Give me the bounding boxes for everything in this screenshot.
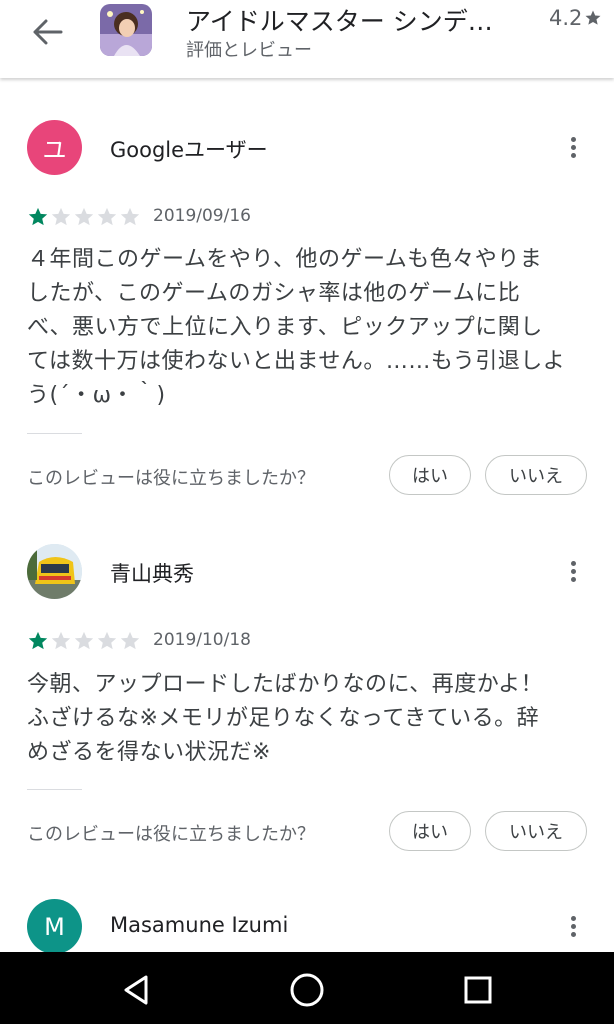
nav-home-icon[interactable] xyxy=(285,968,329,1012)
page-subtitle: 評価とレビュー xyxy=(186,40,312,61)
review-text-line: う(´・ω・｀) xyxy=(27,383,166,408)
rating-value: 4.2 xyxy=(549,6,583,30)
review-author: 青山典秀 xyxy=(110,562,194,586)
star-empty-icon xyxy=(120,631,140,650)
star-rating xyxy=(27,206,141,228)
system-nav-bar xyxy=(0,952,614,1024)
train-photo-icon xyxy=(27,544,82,599)
review-author: Masamune Izumi xyxy=(110,913,289,937)
star-filled-icon xyxy=(28,207,48,226)
review-text-line: めざるを得ない状況だ※ xyxy=(27,740,271,765)
avatar-letter: ユ xyxy=(42,136,67,164)
helpful-question: このレビューは役に立ちましたか？ xyxy=(27,824,315,845)
nav-recents-icon[interactable] xyxy=(456,968,500,1012)
helpful-yes-button[interactable]: はい xyxy=(389,455,471,495)
review-date: 2019/10/18 xyxy=(153,630,251,650)
back-arrow-icon[interactable] xyxy=(28,14,68,50)
helpful-no-button[interactable]: いいえ xyxy=(485,811,587,851)
review-text-line: ては数十万は使わないと出ません。……もう引退しよ xyxy=(27,349,566,374)
star-filled-icon xyxy=(28,631,48,650)
review-text-line: ふざけるな※メモリが足りなくなってきている。辞 xyxy=(27,706,540,731)
star-rating xyxy=(27,630,141,652)
helpful-no-button[interactable]: いいえ xyxy=(485,455,587,495)
review-text-line: ４年間このゲームをやり、他のゲームも色々やりま xyxy=(27,247,543,272)
more-options-icon[interactable] xyxy=(560,909,586,943)
avatar xyxy=(27,544,82,599)
review-text: 今朝、アップロードしたばかりなのに、再度かよ！ ふざけるな※メモリが足りなくなっ… xyxy=(27,668,592,770)
star-empty-icon xyxy=(51,631,71,650)
nav-back-icon[interactable] xyxy=(114,968,158,1012)
avatar: M xyxy=(27,899,82,954)
star-empty-icon xyxy=(74,207,94,226)
divider xyxy=(27,433,82,434)
helpful-question: このレビューは役に立ちましたか？ xyxy=(27,468,315,489)
review-text: ４年間このゲームをやり、他のゲームも色々やりま したが、このゲームのガシャ率は他… xyxy=(27,243,592,413)
review-text-line: べ、悪い方で上位に入ります、ピックアップに関し xyxy=(27,315,543,340)
review-date: 2019/09/16 xyxy=(153,206,251,226)
star-empty-icon xyxy=(51,207,71,226)
star-empty-icon xyxy=(74,631,94,650)
app-bar: アイドルマスター シンデ… 評価とレビュー 4.2 xyxy=(0,0,614,78)
avatar: ユ xyxy=(27,120,82,175)
divider xyxy=(27,789,82,790)
review-text-line: したが、このゲームのガシャ率は他のゲームに比 xyxy=(27,281,521,306)
app-title: アイドルマスター シンデ… xyxy=(186,7,493,36)
star-empty-icon xyxy=(97,207,117,226)
more-options-icon[interactable] xyxy=(560,554,586,588)
star-empty-icon xyxy=(120,207,140,226)
star-empty-icon xyxy=(97,631,117,650)
more-options-icon[interactable] xyxy=(560,130,586,164)
avatar-letter: M xyxy=(44,912,65,941)
helpful-yes-button[interactable]: はい xyxy=(389,811,471,851)
app-rating: 4.2 xyxy=(549,6,602,30)
review-text-line: 今朝、アップロードしたばかりなのに、再度かよ！ xyxy=(27,672,544,697)
star-icon xyxy=(585,10,601,25)
review-author: Googleユーザー xyxy=(110,138,268,162)
app-icon[interactable] xyxy=(100,4,152,56)
